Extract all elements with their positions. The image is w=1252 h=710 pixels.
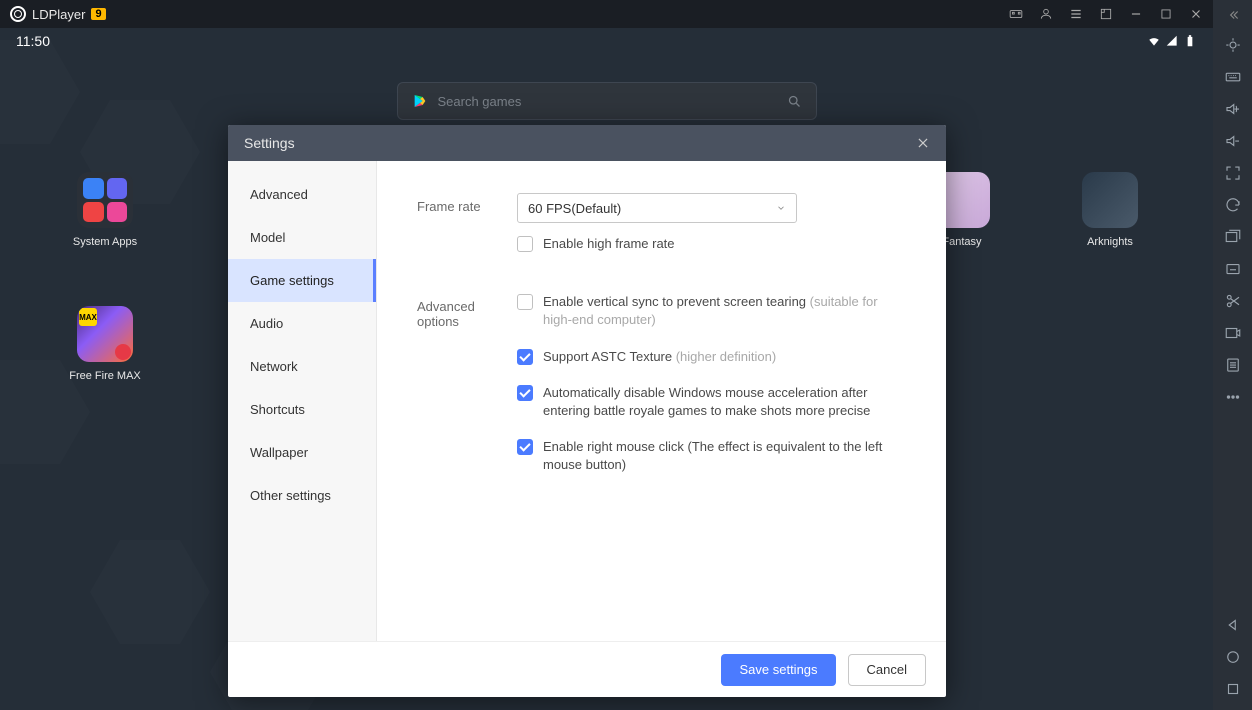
sidebar-item-advanced[interactable]: Advanced: [228, 173, 376, 216]
modal-close-button[interactable]: [916, 136, 930, 150]
vsync-label: Enable vertical sync to prevent screen t…: [543, 293, 906, 329]
wifi-icon: [1147, 34, 1161, 48]
more-icon[interactable]: [1224, 388, 1242, 406]
target-icon[interactable]: [1224, 36, 1242, 54]
vsync-checkbox[interactable]: [517, 294, 533, 310]
frame-rate-value: 60 FPS(Default): [528, 201, 621, 216]
astc-checkbox[interactable]: [517, 349, 533, 365]
version-badge: 9: [91, 8, 105, 20]
volume-down-icon[interactable]: [1224, 132, 1242, 150]
minimize-icon[interactable]: [1129, 7, 1143, 21]
mouse-accel-checkbox[interactable]: [517, 385, 533, 401]
sidebar-item-game-settings[interactable]: Game settings: [228, 259, 376, 302]
clipboard-icon[interactable]: [1224, 356, 1242, 374]
battery-icon: [1183, 34, 1197, 48]
home-icon[interactable]: [1224, 648, 1242, 666]
sidebar-item-model[interactable]: Model: [228, 216, 376, 259]
volume-up-icon[interactable]: [1224, 100, 1242, 118]
save-button[interactable]: Save settings: [721, 654, 835, 686]
app-name: LDPlayer: [32, 7, 85, 22]
sidebar-item-network[interactable]: Network: [228, 345, 376, 388]
clock: 11:50: [16, 33, 50, 49]
settings-content: Frame rate 60 FPS(Default) Enable high f…: [377, 161, 946, 641]
right-click-checkbox[interactable]: [517, 439, 533, 455]
recent-icon[interactable]: [1224, 680, 1242, 698]
signal-icon: [1165, 34, 1179, 48]
play-store-icon: [412, 93, 428, 109]
close-icon[interactable]: [1189, 7, 1203, 21]
frame-rate-dropdown[interactable]: 60 FPS(Default): [517, 193, 797, 223]
free-fire-icon[interactable]: MAX Free Fire MAX: [55, 306, 155, 382]
modal-footer: Save settings Cancel: [228, 641, 946, 697]
fullscreen-icon[interactable]: [1224, 164, 1242, 182]
user-icon[interactable]: [1039, 7, 1053, 21]
arknights-icon[interactable]: Arknights: [1060, 172, 1160, 248]
enable-high-frame-rate-label: Enable high frame rate: [543, 235, 675, 253]
system-apps-label: System Apps: [55, 236, 155, 248]
search-icon: [787, 94, 802, 109]
chevron-down-icon: [776, 203, 786, 213]
system-apps-icon[interactable]: System Apps: [55, 172, 155, 248]
sidebar-item-shortcuts[interactable]: Shortcuts: [228, 388, 376, 431]
collapse-sidebar-icon[interactable]: [1226, 8, 1240, 22]
sidebar-item-audio[interactable]: Audio: [228, 302, 376, 345]
mouse-accel-label: Automatically disable Windows mouse acce…: [543, 384, 906, 420]
ldplayer-logo-icon: [10, 6, 26, 22]
frame-rate-label: Frame rate: [417, 193, 517, 253]
enable-high-frame-rate-checkbox[interactable]: [517, 236, 533, 252]
multi-instance-icon[interactable]: [1224, 228, 1242, 246]
gamepad-icon[interactable]: [1009, 7, 1023, 21]
advanced-options-label: Advanced options: [417, 293, 517, 474]
settings-sidebar: Advanced Model Game settings Audio Netwo…: [228, 161, 377, 641]
search-placeholder: Search games: [438, 94, 777, 109]
cancel-button[interactable]: Cancel: [848, 654, 926, 686]
back-icon[interactable]: [1224, 616, 1242, 634]
sidebar-item-wallpaper[interactable]: Wallpaper: [228, 431, 376, 474]
free-fire-label: Free Fire MAX: [55, 370, 155, 382]
record-icon[interactable]: [1224, 324, 1242, 342]
sidebar-item-other[interactable]: Other settings: [228, 474, 376, 517]
settings-modal: Settings Advanced Model Game settings Au…: [228, 125, 946, 697]
modal-title: Settings: [244, 135, 295, 151]
android-status-bar: 11:50: [0, 28, 1213, 54]
menu-icon[interactable]: [1069, 7, 1083, 21]
keyboard-icon[interactable]: [1224, 68, 1242, 86]
apk-icon[interactable]: [1224, 260, 1242, 278]
search-bar[interactable]: Search games: [397, 82, 817, 120]
arknights-label: Arknights: [1060, 236, 1160, 248]
scissors-icon[interactable]: [1224, 292, 1242, 310]
title-bar: LDPlayer 9: [0, 0, 1213, 28]
sync-icon[interactable]: [1224, 196, 1242, 214]
popout-icon[interactable]: [1099, 7, 1113, 21]
modal-header: Settings: [228, 125, 946, 161]
astc-label: Support ASTC Texture (higher definition): [543, 348, 776, 366]
right-click-label: Enable right mouse click (The effect is …: [543, 438, 906, 474]
maximize-icon[interactable]: [1159, 7, 1173, 21]
right-toolbar: [1213, 0, 1252, 710]
